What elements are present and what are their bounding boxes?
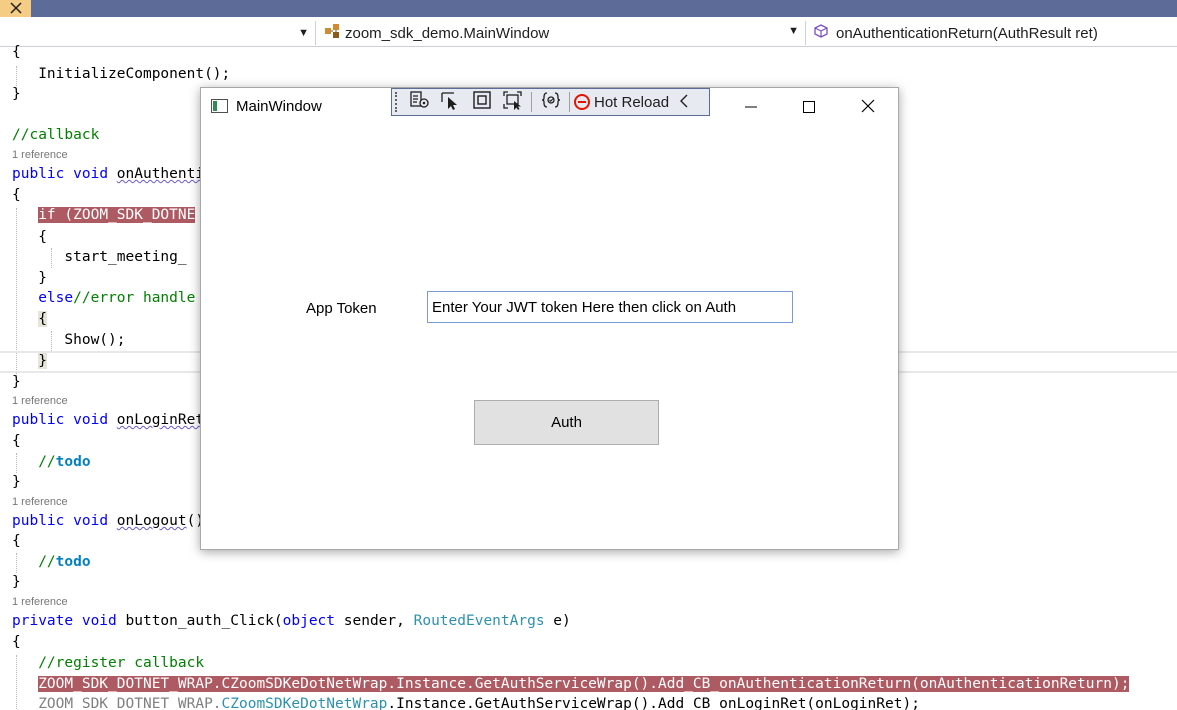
class-icon: [324, 23, 342, 43]
code-line: public void onLoginRet: [12, 412, 205, 428]
visual-tree-icon: [409, 90, 431, 114]
code-line: Show();: [64, 332, 126, 348]
code-line: {: [12, 634, 21, 650]
class-dropdown[interactable]: zoom_sdk_demo.MainWindow ▼: [318, 21, 806, 45]
code-line: {: [12, 187, 21, 203]
hot-reload-button[interactable]: Hot Reload: [574, 94, 669, 111]
code-line: private void button_auth_Click(object se…: [12, 613, 571, 629]
member-dropdown[interactable]: onAuthenticationReturn(AuthResult ret): [808, 21, 1177, 45]
close-tab-button[interactable]: [0, 0, 31, 17]
member-dropdown-value: onAuthenticationReturn(AuthResult ret): [836, 24, 1098, 42]
code-line-breakpoint: if (ZOOM_SDK_DOTNE: [38, 207, 196, 223]
main-window: MainWindow Hot Reload App Token Enter Yo…: [200, 87, 899, 550]
hot-reload-label: Hot Reload: [594, 93, 670, 111]
auth-button[interactable]: Auth: [474, 400, 659, 445]
minimize-button[interactable]: [728, 92, 774, 122]
app-token-input[interactable]: [427, 291, 793, 323]
chevron-down-icon: ▼: [298, 27, 309, 39]
chevron-down-icon: ▼: [788, 25, 799, 37]
auth-button-label: Auth: [551, 414, 582, 431]
binding-icon: [541, 90, 561, 114]
code-line: {: [12, 533, 21, 549]
toolbar-grip-handle[interactable]: [395, 92, 401, 112]
code-line: else//error handle: [38, 290, 196, 306]
code-line: public void onLogout(): [12, 513, 205, 529]
reference-count[interactable]: 1 reference: [12, 596, 68, 608]
close-icon: [861, 98, 875, 117]
display-adorners-button[interactable]: [470, 91, 494, 113]
code-line: //callback: [12, 127, 100, 143]
binding-failures-button[interactable]: [539, 91, 563, 113]
maximize-button[interactable]: [786, 92, 832, 122]
code-line: ZOOM_SDK_DOTNET_WRAP.CZoomSDKeDotNetWrap…: [38, 696, 920, 710]
reference-count[interactable]: 1 reference: [12, 496, 68, 508]
reference-count[interactable]: 1 reference: [12, 395, 68, 407]
collapse-toolbar-button[interactable]: [679, 93, 689, 112]
chevron-left-icon: [679, 93, 689, 112]
code-line-breakpoint: ZOOM_SDK_DOTNET_WRAP.CZoomSDKeDotNetWrap…: [38, 676, 1130, 692]
code-line: {: [38, 311, 47, 327]
code-line: }: [38, 353, 47, 369]
window-app-icon: [211, 99, 228, 113]
toolbar-separator: [531, 92, 532, 112]
code-line: }: [12, 374, 21, 390]
code-line: }: [12, 574, 21, 590]
close-icon: [9, 0, 22, 18]
code-line: //todo: [38, 454, 91, 470]
code-line: }: [38, 270, 47, 286]
reference-count[interactable]: 1 reference: [12, 149, 68, 161]
close-window-button[interactable]: [845, 92, 891, 122]
window-titlebar[interactable]: MainWindow Hot Reload: [201, 88, 898, 124]
no-entry-icon: [574, 94, 590, 110]
minimize-icon: [745, 98, 757, 117]
code-line: {: [12, 44, 21, 60]
code-line: //register callback: [38, 655, 205, 671]
document-tab-strip: [0, 0, 1177, 17]
select-element-button[interactable]: [439, 91, 463, 113]
adorner-frame-icon: [472, 90, 492, 114]
method-icon: [814, 24, 828, 42]
window-title: MainWindow: [236, 98, 322, 115]
code-line: //todo: [38, 554, 91, 570]
track-focus-button[interactable]: [501, 91, 525, 113]
hot-reload-toolbar: Hot Reload: [391, 88, 710, 116]
code-line: {: [12, 433, 21, 449]
code-line: public void onAuthenti: [12, 166, 205, 182]
maximize-icon: [803, 98, 815, 117]
project-dropdown[interactable]: ▼: [0, 21, 316, 45]
code-line: start_meeting_: [64, 249, 187, 265]
code-line: InitializeComponent();: [38, 66, 231, 82]
navigation-bar: ▼ zoom_sdk_demo.MainWindow ▼ onAuthentic…: [0, 17, 1177, 47]
code-line: {: [38, 229, 47, 245]
toolbar-separator: [569, 92, 570, 112]
code-line: }: [12, 474, 21, 490]
cursor-select-icon: [440, 90, 462, 114]
class-dropdown-value: zoom_sdk_demo.MainWindow: [345, 24, 550, 42]
code-line: }: [12, 86, 21, 102]
app-token-label: App Token: [306, 300, 377, 317]
track-focus-icon: [502, 90, 524, 114]
live-visual-tree-button[interactable]: [408, 91, 432, 113]
